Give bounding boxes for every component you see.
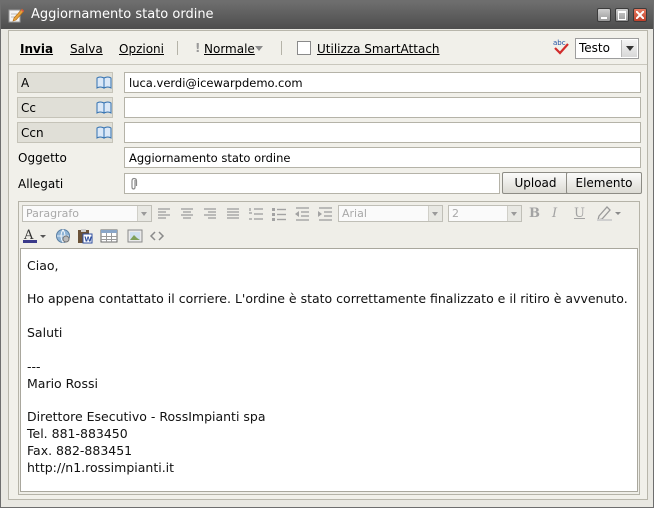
format-select[interactable]: Testo (575, 38, 639, 59)
message-line: Tel. 881-883450 (27, 426, 128, 441)
attachments-label: Allegati (18, 177, 64, 191)
subject-label: Oggetto (18, 151, 67, 165)
attachments-field[interactable] (124, 173, 500, 194)
align-center-icon[interactable] (179, 206, 195, 222)
window-title: Aggiornamento stato ordine (31, 7, 214, 22)
link-globe-icon[interactable] (55, 228, 71, 244)
smartattach-label[interactable]: Utilizza SmartAttach (317, 42, 440, 56)
toolbar-separator (177, 41, 178, 55)
align-left-icon[interactable] (156, 206, 172, 222)
add-item-button[interactable]: Elemento (566, 172, 642, 194)
paragraph-select-value: Paragrafo (26, 207, 79, 220)
compose-panel: Invia Salva Opzioni ! Normale Utilizza S… (8, 30, 648, 500)
message-line: http://n1.rossimpianti.it (27, 460, 175, 475)
chevron-down-icon (507, 206, 521, 221)
message-line: Ciao, (27, 258, 59, 273)
maximize-button[interactable] (615, 8, 629, 22)
message-line: Direttore Esecutivo - RossImpianti spa (27, 409, 266, 424)
paperclip-icon (131, 177, 138, 190)
source-code-icon[interactable] (149, 228, 165, 244)
smartattach-checkbox[interactable] (297, 41, 311, 55)
cc-label-button[interactable]: Cc (17, 97, 113, 118)
font-select-value: Arial (342, 207, 367, 220)
svg-text:W: W (84, 236, 92, 244)
paragraph-select[interactable]: Paragrafo (22, 205, 152, 222)
save-button[interactable]: Salva (70, 42, 103, 56)
align-justify-icon[interactable] (225, 206, 241, 222)
close-icon (636, 11, 644, 19)
priority-icon: ! (195, 41, 201, 55)
send-button[interactable]: Invia (20, 42, 53, 56)
bcc-input[interactable] (124, 122, 641, 143)
editor-toolbar: Paragrafo Arial 2 B I U A W (19, 202, 639, 248)
to-label: A (21, 76, 30, 90)
cc-input[interactable] (124, 97, 641, 118)
unordered-list-icon[interactable] (271, 206, 287, 222)
rich-text-editor: Paragrafo Arial 2 B I U A W Ciao, Ho app… (18, 201, 640, 495)
message-line: Mario Rossi (27, 376, 98, 391)
message-body[interactable]: Ciao, Ho appena contattato il corriere. … (20, 248, 638, 492)
subject-value: Aggiornamento stato ordine (129, 151, 291, 165)
priority-dropdown[interactable]: Normale (204, 42, 255, 56)
font-size-select[interactable]: 2 (448, 205, 522, 222)
to-value: luca.verdi@icewarpdemo.com (129, 76, 303, 90)
align-right-icon[interactable] (202, 206, 218, 222)
message-line: Fax. 882-883451 (27, 443, 133, 458)
chevron-down-icon[interactable] (621, 40, 637, 57)
to-input[interactable]: luca.verdi@icewarpdemo.com (124, 72, 641, 93)
message-line: --- (27, 359, 41, 374)
address-book-icon[interactable] (96, 101, 112, 114)
bcc-label: Ccn (21, 126, 44, 140)
message-line: Saluti (27, 325, 63, 340)
compose-window: Aggiornamento stato ordine Invia Salva O… (0, 0, 654, 508)
close-button[interactable] (633, 8, 647, 22)
insert-table-icon[interactable] (100, 228, 118, 244)
minimize-button[interactable] (597, 8, 611, 22)
options-button[interactable]: Opzioni (119, 42, 164, 56)
text-color-icon[interactable]: A (23, 228, 51, 244)
maximize-icon (618, 11, 626, 20)
compose-toolbar: Invia Salva Opzioni ! Normale Utilizza S… (9, 31, 647, 65)
chevron-down-icon (428, 206, 442, 221)
bcc-label-button[interactable]: Ccn (17, 122, 113, 143)
toolbar-separator (281, 41, 282, 55)
indent-icon[interactable] (317, 206, 333, 222)
subject-input[interactable]: Aggiornamento stato ordine (124, 147, 641, 168)
to-label-button[interactable]: A (17, 72, 113, 93)
ordered-list-icon[interactable] (248, 206, 264, 222)
upload-button[interactable]: Upload (502, 172, 569, 194)
font-select[interactable]: Arial (338, 205, 443, 222)
compose-pencil-icon (8, 8, 24, 23)
highlight-pen-icon[interactable] (595, 205, 623, 221)
address-book-icon[interactable] (96, 76, 112, 89)
message-line: Ho appena contattato il corriere. L'ordi… (27, 291, 628, 306)
outdent-icon[interactable] (294, 206, 310, 222)
chevron-down-icon (137, 206, 151, 221)
paste-word-icon[interactable]: W (77, 228, 93, 244)
spellcheck-icon[interactable]: abc (552, 38, 570, 56)
font-size-select-value: 2 (452, 207, 459, 220)
svg-text:abc: abc (553, 39, 566, 47)
title-bar[interactable]: Aggiornamento stato ordine (1, 1, 653, 29)
chevron-down-icon (255, 46, 263, 51)
address-book-icon[interactable] (96, 126, 112, 139)
italic-icon[interactable]: I (552, 206, 568, 222)
cc-label: Cc (21, 101, 36, 115)
minimize-icon (601, 17, 607, 19)
underline-icon[interactable]: U (574, 206, 590, 222)
insert-image-icon[interactable] (127, 228, 143, 244)
format-select-value: Testo (579, 41, 610, 55)
bold-icon[interactable]: B (529, 206, 545, 222)
